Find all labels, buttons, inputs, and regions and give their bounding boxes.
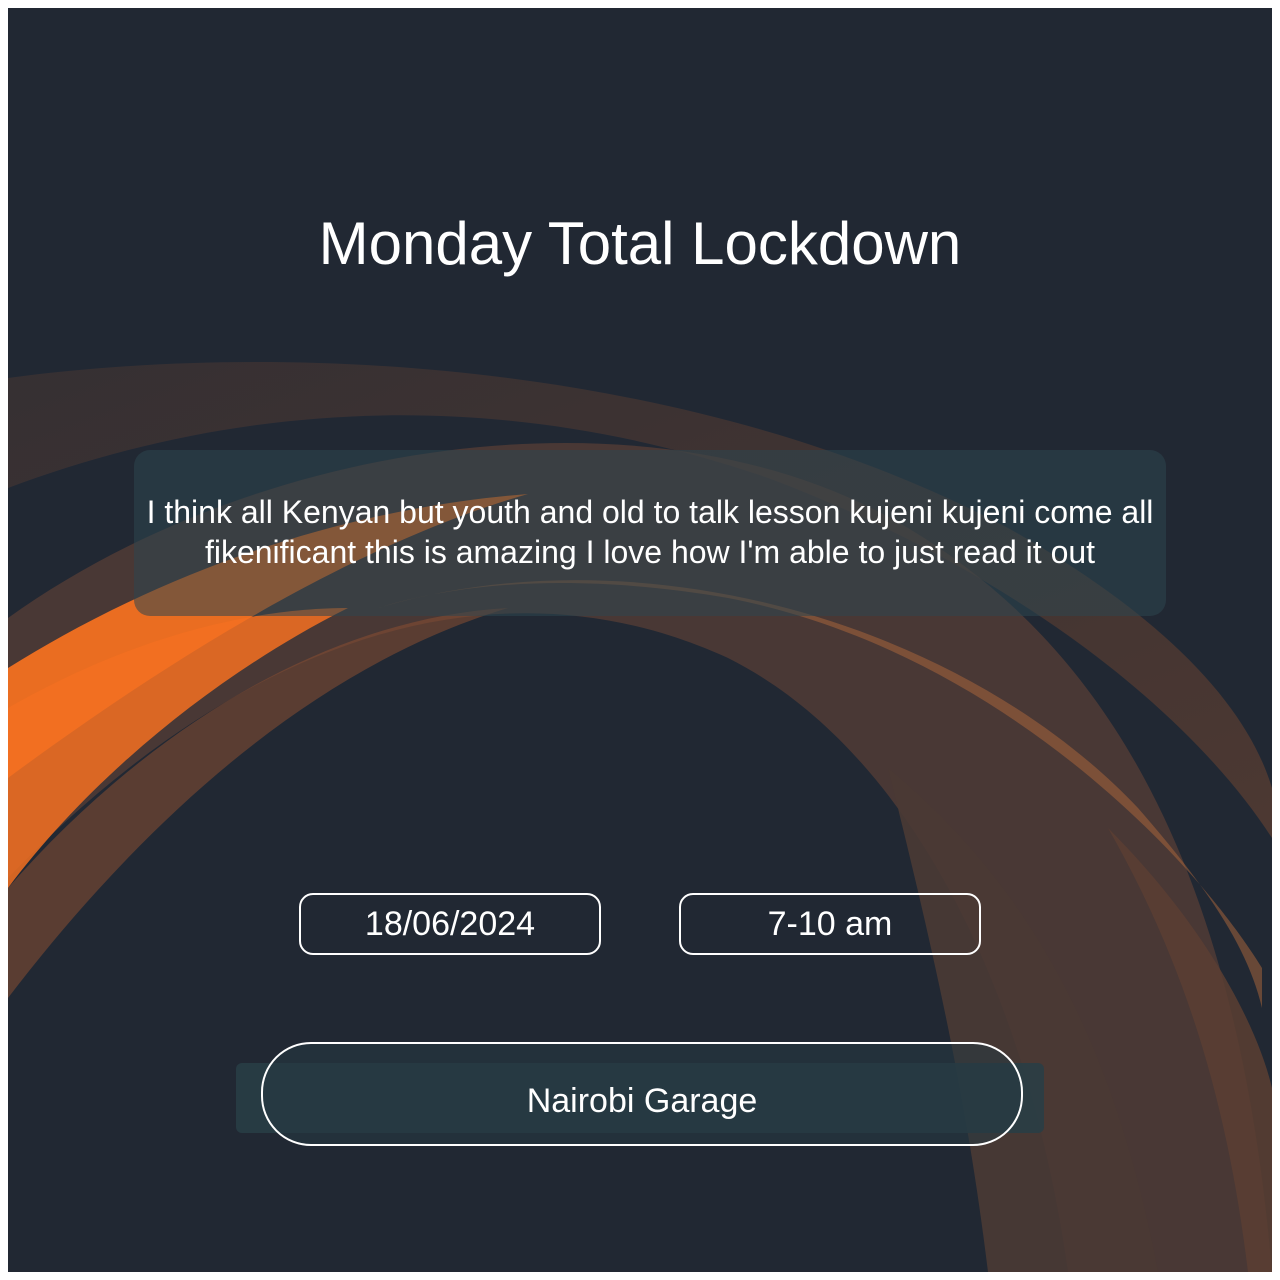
event-message: I think all Kenyan but youth and old to … <box>146 494 1154 570</box>
date-badge: 18/06/2024 <box>299 893 601 955</box>
event-title: Monday Total Lockdown <box>318 210 962 277</box>
event-card: Monday Total Lockdown I think all Kenyan… <box>8 8 1272 1272</box>
venue-badge: Nairobi Garage <box>261 1042 1023 1146</box>
time-badge: 7-10 am <box>679 893 981 955</box>
